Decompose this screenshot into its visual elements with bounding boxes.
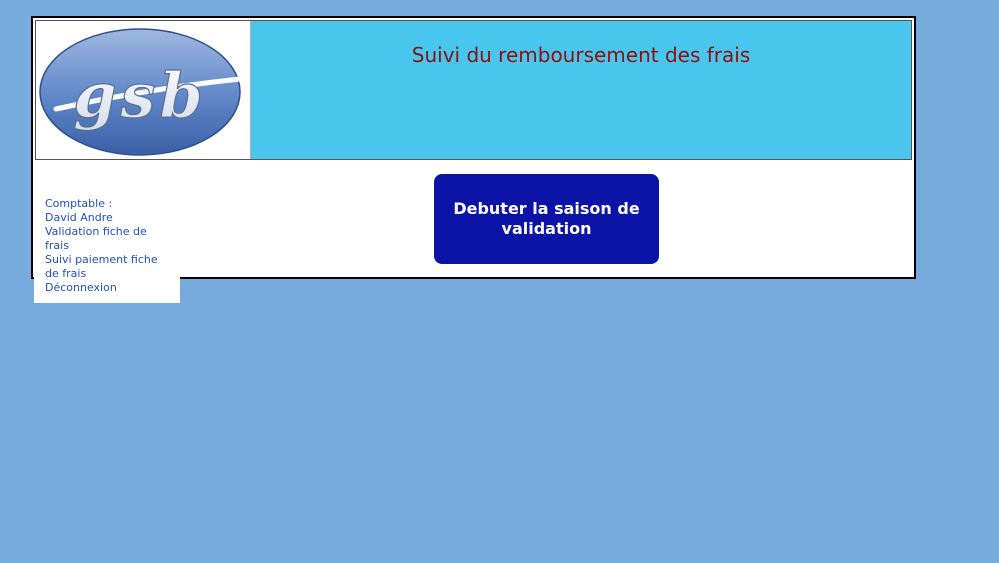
role-label: Comptable : <box>45 197 113 210</box>
validation-fiche-link[interactable]: Validation fiche de frais <box>45 225 163 253</box>
sidebar-menu: Comptable : David Andre Validation fiche… <box>34 190 180 303</box>
page-title: Suivi du remboursement des frais <box>411 43 751 67</box>
gsb-logo: gsb <box>36 21 251 159</box>
main-panel: gsb Suivi du remboursement des frais Com… <box>31 16 916 303</box>
suivi-paiement-link[interactable]: Suivi paiement fiche de frais <box>45 253 163 281</box>
start-validation-season-button[interactable]: Debuter la saison de validation <box>434 174 659 264</box>
svg-text:gsb: gsb <box>73 59 207 132</box>
page-header: gsb Suivi du remboursement des frais <box>35 20 912 160</box>
user-name: David Andre <box>45 211 113 224</box>
deconnexion-link[interactable]: Déconnexion <box>45 281 163 295</box>
gsb-logo-image: gsb <box>39 28 243 156</box>
